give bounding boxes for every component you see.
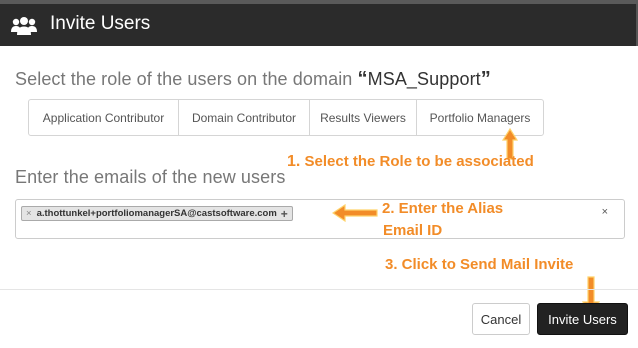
role-results-viewers[interactable]: Results Viewers xyxy=(310,100,417,135)
users-icon xyxy=(11,17,37,35)
annotation-step1-number: 1. xyxy=(287,153,301,170)
role-domain-contributor[interactable]: Domain Contributor xyxy=(179,100,310,135)
arrow-left-icon xyxy=(332,204,378,222)
chip-email-label: a.thottunkel+portfoliomanagerSA@castsoft… xyxy=(36,208,277,219)
email-chip: × a.thottunkel+portfoliomanagerSA@castso… xyxy=(21,206,293,221)
role-selector: Application Contributor Domain Contribut… xyxy=(28,99,544,136)
annotation-step2-line1: 2. Enter the Alias xyxy=(382,200,504,217)
role-portfolio-managers[interactable]: Portfolio Managers xyxy=(417,100,543,135)
chip-add-icon[interactable]: + xyxy=(281,207,288,221)
annotation-step1-text: Select the Role to be associated xyxy=(304,153,534,170)
chip-remove-icon[interactable]: × xyxy=(26,208,32,219)
role-prompt-line: Select the role of the users on the doma… xyxy=(15,68,491,91)
clear-emails-icon[interactable]: × xyxy=(602,206,608,218)
footer-divider xyxy=(0,289,638,290)
role-prompt: Select the role of the users on the doma… xyxy=(15,69,353,89)
modal-header: Invite Users xyxy=(0,4,638,46)
email-prompt: Enter the emails of the new users xyxy=(15,167,286,187)
modal-title: Invite Users xyxy=(50,13,151,34)
annotation-step1: 1. Select the Role to be associated xyxy=(287,153,534,171)
open-quote: “ xyxy=(357,68,368,90)
invite-users-button[interactable]: Invite Users xyxy=(537,303,628,335)
role-application-contributor[interactable]: Application Contributor xyxy=(29,100,179,135)
cancel-button[interactable]: Cancel xyxy=(472,303,530,335)
annotation-step3: 3. Click to Send Mail Invite xyxy=(385,256,574,273)
domain-name: MSA_Support xyxy=(367,69,481,89)
email-input[interactable]: × a.thottunkel+portfoliomanagerSA@castso… xyxy=(15,199,625,239)
close-quote: ” xyxy=(480,68,491,90)
annotation-step2-line2: Email ID xyxy=(383,222,443,239)
